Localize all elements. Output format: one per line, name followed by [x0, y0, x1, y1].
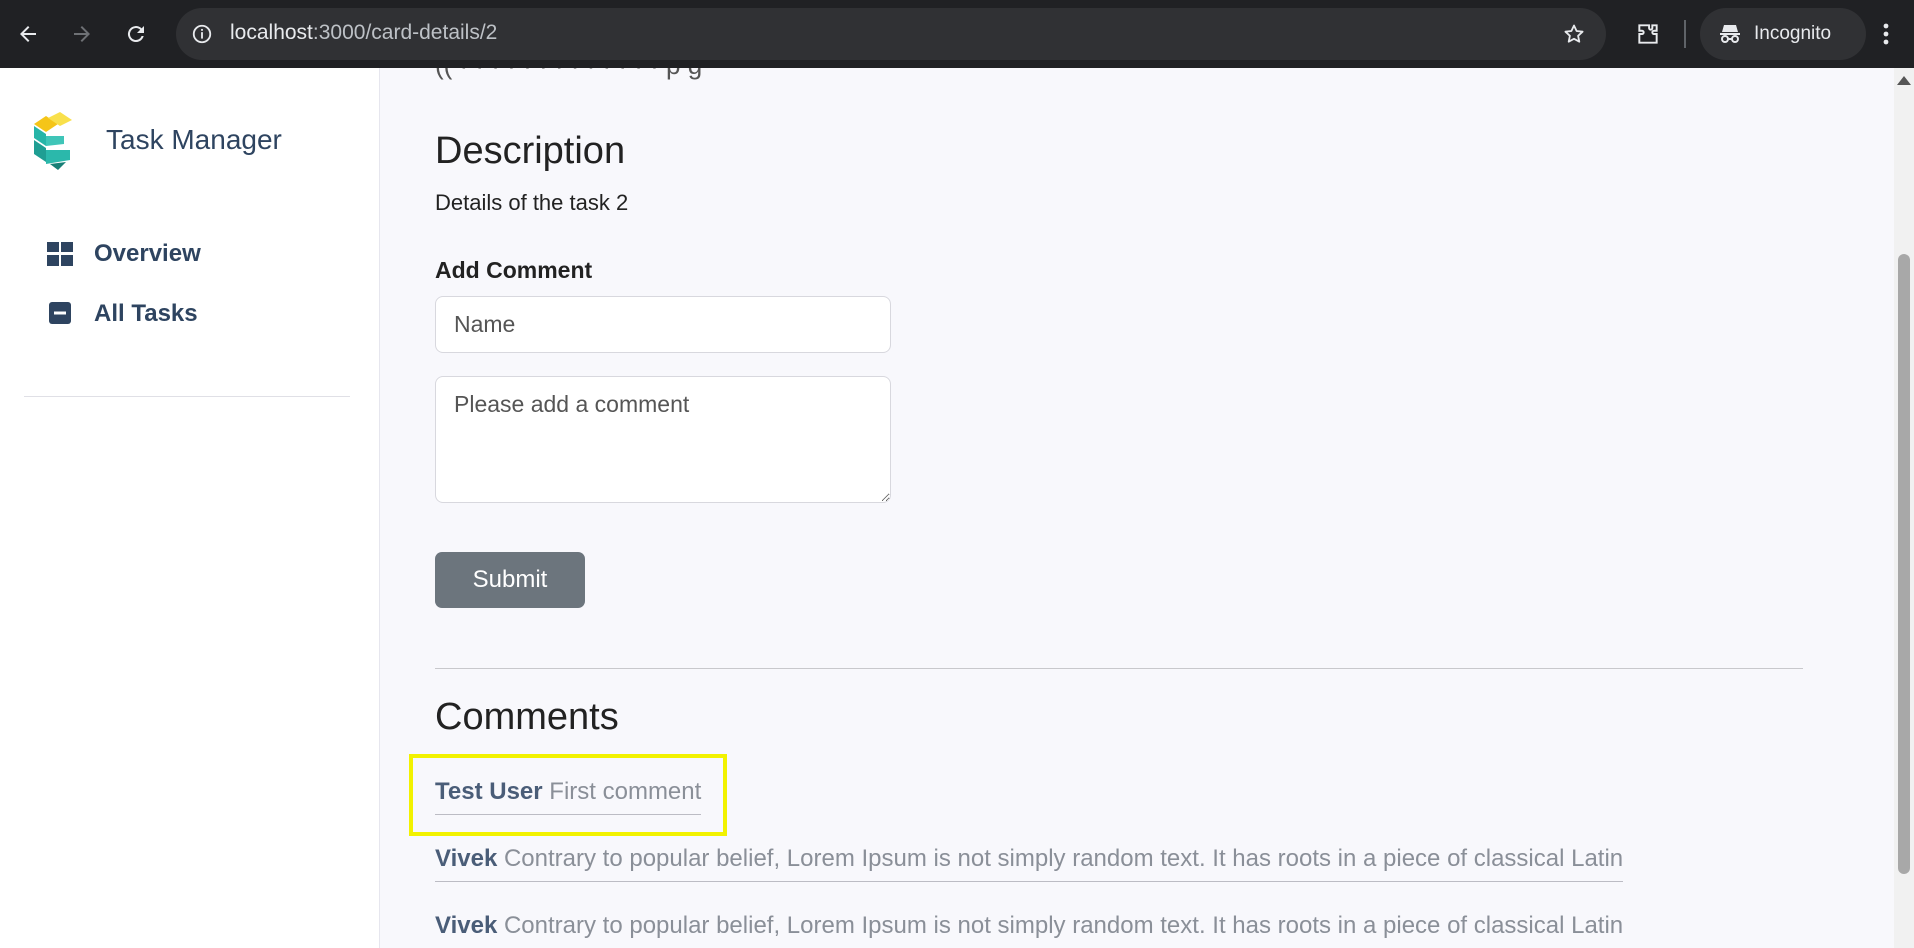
scrollbar-thumb[interactable] — [1898, 254, 1910, 874]
browser-menu-icon[interactable] — [1866, 14, 1906, 54]
comment-textarea[interactable] — [435, 376, 891, 503]
name-input[interactable] — [435, 296, 891, 353]
forward-icon[interactable] — [62, 14, 102, 54]
incognito-icon — [1720, 25, 1740, 43]
add-comment-label: Add Comment — [435, 257, 593, 283]
sidebar: Task Manager Overview All Tasks — [0, 68, 380, 948]
address-bar[interactable]: localhost:3000/card-details/2 — [176, 8, 1606, 60]
sidebar-divider — [24, 396, 350, 397]
logo-icon — [34, 112, 72, 170]
cut-off-text: (( · · · · · · · · · · · · · p g — [435, 68, 702, 81]
brand-logo[interactable] — [30, 112, 76, 170]
url-path: :3000/card-details/2 — [312, 21, 498, 44]
comment-item: Vivek Contrary to popular belief, Lorem … — [435, 912, 1623, 948]
minus-square-icon — [49, 302, 71, 324]
comment-text: Contrary to popular belief, Lorem Ipsum … — [503, 845, 1624, 872]
description-heading: Description — [435, 130, 626, 172]
back-icon[interactable] — [8, 14, 48, 54]
comments-heading: Comments — [435, 696, 619, 738]
sidebar-item-overview[interactable]: Overview — [46, 240, 201, 268]
sidebar-item-label: All Tasks — [94, 300, 198, 327]
sidebar-item-all-tasks[interactable]: All Tasks — [46, 300, 198, 328]
scroll-up-arrow-icon[interactable] — [1897, 76, 1911, 85]
description-text: Details of the task 2 — [435, 190, 629, 215]
url-host: localhost — [230, 21, 313, 44]
sidebar-item-label: Overview — [94, 240, 201, 267]
incognito-badge[interactable]: Incognito — [1700, 8, 1866, 60]
reload-icon[interactable] — [116, 14, 156, 54]
extensions-icon[interactable] — [1628, 14, 1668, 54]
incognito-label: Incognito — [1754, 23, 1832, 44]
toolbar-separator — [1684, 20, 1686, 48]
main-content: (( · · · · · · · · · · · · · p g Descrip… — [381, 68, 1894, 948]
submit-button[interactable]: Submit — [435, 552, 585, 608]
comment-author: Vivek — [435, 845, 498, 872]
comment-text: Contrary to popular belief, Lorem Ipsum … — [503, 912, 1624, 939]
section-divider — [435, 668, 1803, 669]
comment-author: Vivek — [435, 912, 498, 939]
brand-title[interactable]: Task Manager — [106, 124, 282, 156]
comment-item: Vivek Contrary to popular belief, Lorem … — [435, 845, 1624, 882]
grid-icon — [47, 242, 73, 266]
highlight-box — [409, 754, 727, 836]
browser-toolbar: localhost:3000/card-details/2 Incognito — [0, 0, 1914, 68]
bookmark-star-icon[interactable] — [1560, 20, 1588, 48]
url-text: localhost:3000/card-details/2 — [230, 21, 497, 45]
site-info-icon[interactable] — [188, 20, 216, 48]
